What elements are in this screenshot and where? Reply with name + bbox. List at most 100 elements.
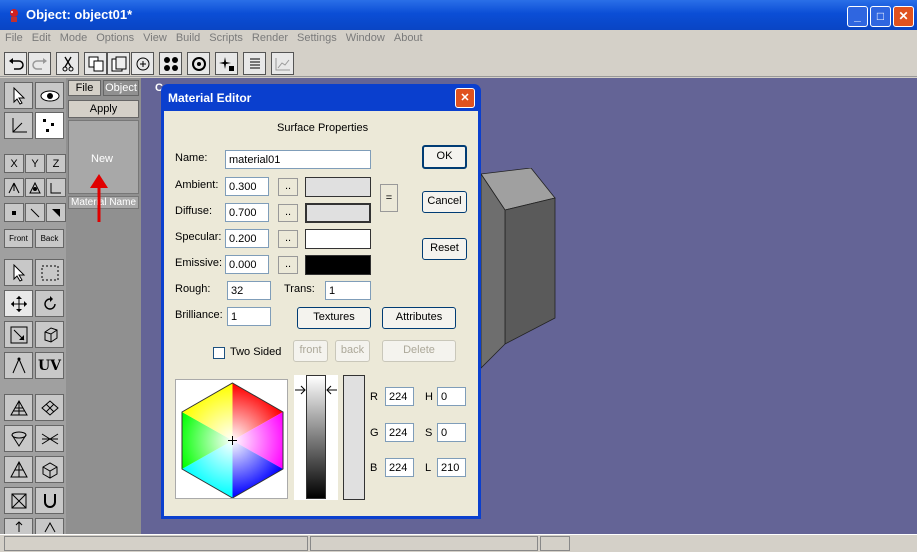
dialog-close-button[interactable]: ✕ [455, 88, 475, 108]
emissive-color-swatch[interactable] [305, 255, 371, 275]
r-field[interactable] [385, 387, 414, 406]
axis-x-button[interactable]: X [4, 154, 24, 173]
tool-points-icon[interactable] [159, 52, 182, 75]
move-icon[interactable] [4, 290, 33, 317]
vertices-icon[interactable] [35, 112, 64, 139]
menu-mode[interactable]: Mode [55, 30, 92, 44]
point-mode-icon[interactable] [4, 203, 24, 222]
select-arrow-icon[interactable] [4, 82, 33, 109]
joint-icon[interactable] [25, 178, 45, 197]
front-button[interactable]: front [293, 340, 328, 362]
lathe-icon[interactable] [4, 425, 33, 452]
edge-mode-icon[interactable] [25, 203, 45, 222]
material-tab-object[interactable]: Object [103, 80, 139, 96]
diffuse-color-button[interactable]: .. [278, 204, 298, 222]
eye-icon[interactable] [35, 82, 64, 109]
redo-icon[interactable] [28, 52, 51, 75]
window-title: Object: object01* [26, 7, 133, 22]
emissive-color-button[interactable]: .. [278, 256, 298, 274]
cube-tool-icon[interactable] [35, 321, 64, 348]
specular-color-swatch[interactable] [305, 229, 371, 249]
marquee-icon[interactable] [35, 259, 64, 286]
menu-about[interactable]: About [389, 30, 427, 44]
equal-button[interactable]: = [380, 184, 398, 212]
pyramid-icon[interactable] [4, 456, 33, 483]
magnet-icon[interactable] [35, 487, 64, 514]
s-field[interactable] [437, 423, 466, 442]
pointer-icon[interactable] [4, 259, 33, 286]
graph-icon[interactable] [271, 52, 294, 75]
tool-star-icon[interactable] [215, 52, 238, 75]
material-tab-file[interactable]: File [68, 80, 101, 96]
vertex-tool-icon[interactable] [4, 352, 33, 379]
ambient-field[interactable] [225, 177, 269, 196]
rotate-icon[interactable] [35, 290, 64, 317]
axis-y-button[interactable]: Y [25, 154, 45, 173]
g-field[interactable] [385, 423, 414, 442]
g-label: G [370, 427, 379, 439]
attributes-button[interactable]: Attributes [382, 307, 456, 329]
sweep-icon[interactable] [35, 425, 64, 452]
color-hexagon-picker[interactable] [175, 379, 288, 499]
back-button[interactable]: back [335, 340, 370, 362]
menu-file[interactable]: File [0, 30, 27, 44]
menu-window[interactable]: Window [341, 30, 389, 44]
close-button[interactable]: ✕ [893, 6, 914, 27]
tool-sphere-icon[interactable] [187, 52, 210, 75]
b-field[interactable] [385, 458, 414, 477]
brilliance-field[interactable] [227, 307, 271, 326]
trans-label: Trans: [284, 283, 315, 295]
scale-icon[interactable] [4, 321, 33, 348]
apply-button[interactable]: Apply [68, 100, 139, 118]
textures-button[interactable]: Textures [297, 307, 371, 329]
menu-build[interactable]: Build [171, 30, 204, 44]
specular-field[interactable] [225, 229, 269, 248]
menu-edit[interactable]: Edit [27, 30, 55, 44]
specular-color-button[interactable]: .. [278, 230, 298, 248]
l-field[interactable] [437, 458, 466, 477]
uv-tool-button[interactable]: UV [35, 352, 64, 379]
reset-button[interactable]: Reset [422, 238, 467, 260]
list-icon[interactable] [243, 52, 266, 75]
lightness-slider[interactable] [294, 375, 338, 500]
ok-button[interactable]: OK [422, 145, 467, 169]
cancel-button[interactable]: Cancel [422, 191, 467, 213]
ambient-color-button[interactable]: .. [278, 178, 298, 196]
diffuse-color-swatch[interactable] [305, 203, 371, 223]
rough-field[interactable] [227, 281, 271, 300]
ambient-color-swatch[interactable] [305, 177, 371, 197]
two-sided-checkbox[interactable] [213, 347, 225, 359]
material-panel: File Object Apply New Material Name [66, 78, 141, 536]
menu-view[interactable]: View [138, 30, 171, 44]
menu-object[interactable]: Options [91, 30, 138, 44]
bone-icon[interactable] [4, 178, 24, 197]
undo-icon[interactable] [4, 52, 27, 75]
front-view-button[interactable]: Front [4, 229, 33, 248]
menu-settings[interactable]: Settings [292, 30, 341, 44]
back-view-button[interactable]: Back [35, 229, 64, 248]
paste-icon[interactable] [107, 52, 130, 75]
lightness-marker-icon[interactable] [294, 384, 338, 396]
emissive-field[interactable] [225, 255, 269, 274]
maximize-button[interactable]: □ [870, 6, 891, 27]
cut-icon[interactable] [56, 52, 79, 75]
corner-icon[interactable] [46, 178, 66, 197]
minimize-button[interactable]: _ [847, 6, 868, 27]
app-icon [10, 9, 18, 22]
diffuse-field[interactable] [225, 203, 269, 222]
mesh-icon[interactable] [4, 394, 33, 421]
menu-render[interactable]: Render [247, 30, 292, 44]
menu-scripts[interactable]: Scripts [204, 30, 247, 44]
mesh-alt-icon[interactable] [35, 394, 64, 421]
axes-icon[interactable] [4, 112, 33, 139]
face-mode-icon[interactable] [46, 203, 66, 222]
name-field[interactable] [225, 150, 371, 169]
delete-button[interactable]: Delete [382, 340, 456, 362]
h-field[interactable] [437, 387, 466, 406]
box-icon[interactable] [35, 456, 64, 483]
select-all-icon[interactable] [131, 52, 154, 75]
frame-icon[interactable] [4, 487, 33, 514]
axis-z-button[interactable]: Z [46, 154, 66, 173]
copy-icon[interactable] [84, 52, 107, 75]
trans-field[interactable] [325, 281, 371, 300]
